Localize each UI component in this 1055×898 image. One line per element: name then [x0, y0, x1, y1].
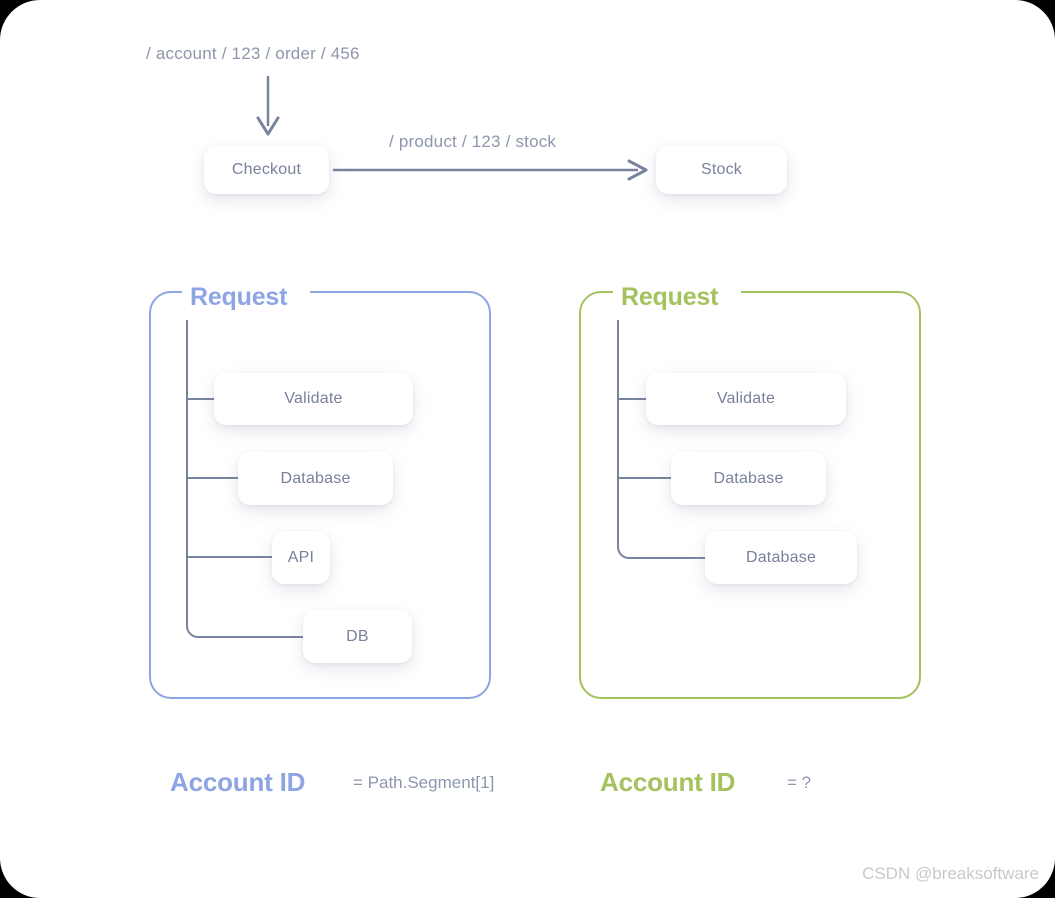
incoming-path-label: / account / 123 / order / 456: [146, 44, 360, 63]
step-card-label: DB: [346, 627, 369, 645]
step-card[interactable]: Validate: [646, 373, 846, 425]
outgoing-path-label: / product / 123 / stock: [389, 132, 557, 151]
step-card-label: Validate: [284, 390, 343, 407]
legend-value-left: = Path.Segment[1]: [353, 773, 495, 792]
step-card-label: Validate: [716, 390, 776, 407]
node-checkout[interactable]: Checkout: [204, 146, 329, 194]
tree-trunk-left: [186, 320, 188, 620]
node-checkout-label: Checkout: [231, 161, 302, 178]
node-stock-label: Stock: [700, 161, 742, 178]
arrow-down-icon: [256, 76, 280, 136]
step-card[interactable]: Database: [238, 452, 393, 505]
step-card[interactable]: API: [272, 531, 330, 584]
panel-left-title: Request: [182, 283, 296, 312]
watermark-label: CSDN @breaksoftware: [862, 864, 1039, 883]
tree-elbow-right: [617, 521, 715, 559]
legend-value-right: = ?: [787, 773, 812, 792]
legend-key-right: Account ID: [600, 767, 736, 797]
step-card[interactable]: Validate: [214, 373, 413, 425]
step-card[interactable]: Database: [671, 452, 826, 505]
tree-trunk-right: [617, 320, 619, 541]
step-card-label: Database: [713, 469, 784, 487]
step-card[interactable]: Database: [705, 531, 857, 584]
panel-right-title: Request: [613, 283, 727, 312]
tree-branch-left-3: [186, 556, 284, 558]
diagram-canvas: / account / 123 / order / 456 Checkout /…: [0, 0, 1055, 898]
node-stock[interactable]: Stock: [656, 146, 787, 194]
step-card[interactable]: DB: [303, 610, 412, 663]
arrow-right-icon: [333, 159, 648, 181]
step-card-label: Database: [745, 548, 817, 566]
step-card-label: API: [287, 548, 315, 566]
step-card-label: Database: [280, 469, 351, 487]
tree-elbow-left: [186, 600, 316, 638]
legend-key-left: Account ID: [170, 767, 306, 797]
